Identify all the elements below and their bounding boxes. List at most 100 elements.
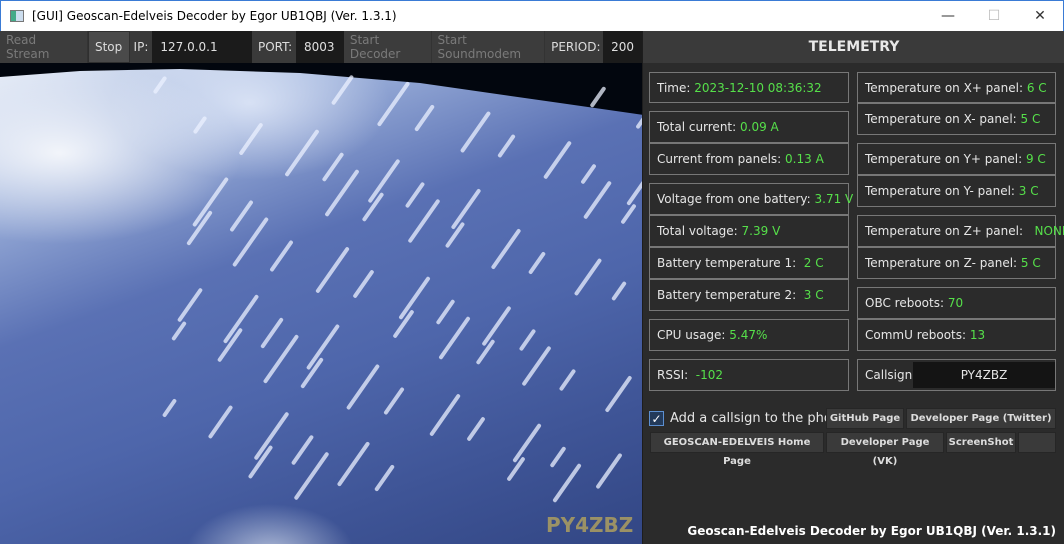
ip-input[interactable]: 127.0.0.1 [152, 31, 252, 63]
telemetry-field: Temperature on Y- panel: 3 C [857, 175, 1056, 207]
cloud-streak [229, 199, 254, 233]
telemetry-label: Total current: [657, 120, 740, 134]
stop-button[interactable]: Stop [87, 31, 130, 63]
telemetry-label: Time: [657, 80, 695, 95]
telemetry-field: Time: 2023-12-10 08:36:32 [649, 72, 849, 103]
telemetry-title: TELEMETRY [643, 31, 1064, 63]
telemetry-label: Battery temperature 2: [657, 288, 804, 302]
telemetry-label: OBC reboots: [865, 296, 948, 310]
telemetry-value: NONE [1034, 224, 1064, 238]
telemetry-value: 3 C [1018, 184, 1039, 198]
telemetry-label: Battery temperature 1: [657, 256, 804, 270]
home-page-button[interactable]: GEOSCAN-EDELVEIS Home Page [650, 432, 824, 467]
cloud-streak [321, 151, 345, 183]
cloud-streak [558, 368, 577, 392]
telemetry-label: Temperature on Y- panel: [865, 184, 1019, 198]
developer-twitter-button[interactable]: Developer Page (Twitter) [906, 408, 1056, 429]
cloud-streak [512, 423, 542, 463]
telemetry-value: 13 [969, 328, 986, 342]
telemetry-field: Temperature on Y+ panel: 9 C [857, 143, 1056, 175]
cloud-streak [481, 305, 512, 347]
cloud-streak [404, 181, 426, 209]
cloud-streak [527, 251, 547, 275]
callsign-label: Callsign: [865, 368, 917, 382]
telemetry-field: Temperature on X- panel: 5 C [857, 103, 1056, 135]
cloud-streak [324, 168, 360, 218]
github-page-button[interactable]: GitHub Page [826, 408, 904, 429]
checkbox-label: Add a callsign to the photo? [670, 411, 852, 426]
telemetry-value: 6 C [1026, 80, 1047, 95]
cloud-streak [604, 375, 633, 413]
cloud-streak [376, 81, 411, 127]
period-input[interactable]: 200 [603, 31, 642, 63]
telemetry-value: 3.71 V [814, 192, 854, 206]
telemetry-value: 9 C [1025, 152, 1046, 166]
telemetry-field: Temperature on X+ panel: 6 C [857, 72, 1056, 103]
telemetry-label: CommU reboots: [865, 328, 970, 342]
window-title: [GUI] Geoscan-Edelveis Decoder by Egor U… [32, 9, 397, 23]
telemetry-label: Current from panels: [657, 152, 786, 166]
cloud-streak [315, 246, 350, 294]
cloud-streak [521, 345, 552, 387]
close-button[interactable]: ✕ [1017, 1, 1063, 31]
telemetry-field: Temperature on Z+ panel: NONE [857, 215, 1064, 247]
telemetry-value: 5 C [1020, 256, 1041, 270]
cloud-streak [305, 323, 341, 371]
maximize-button[interactable]: ☐ [971, 1, 1017, 31]
start-soundmodem-button[interactable]: Start Soundmodem [431, 31, 546, 63]
telemetry-field: OBC reboots: 70 [857, 287, 1056, 319]
cloud-streak [438, 315, 471, 361]
blank-button[interactable] [1018, 432, 1056, 453]
footer-credit: Geoscan-Edelveis Decoder by Egor UB1QBJ … [687, 524, 1056, 538]
telemetry-label: Temperature on Z+ panel: [865, 224, 1035, 238]
cloud-streak [435, 298, 456, 326]
checkbox-checked-icon[interactable]: ✓ [649, 411, 664, 426]
telemetry-label: Voltage from one battery: [657, 192, 815, 206]
cloud-streak [238, 122, 264, 156]
toolbar: Read Stream Stop IP: 127.0.0.1 PORT: 800… [0, 31, 642, 63]
telemetry-field: CPU usage: 5.47% [649, 319, 849, 351]
cloud-streak [611, 280, 627, 302]
cloud-streak [192, 115, 208, 135]
telemetry-field: Voltage from one battery: 3.71 V [649, 183, 853, 215]
cloud-streak [626, 170, 642, 206]
cloud-streak [260, 317, 284, 349]
add-callsign-checkbox[interactable]: ✓ Add a callsign to the photo? [649, 411, 852, 426]
telemetry-field: Total voltage: 7.39 V [649, 215, 849, 247]
telemetry-label: Total voltage: [657, 224, 742, 238]
read-stream-button[interactable]: Read Stream [0, 31, 88, 63]
cloud-streak [383, 386, 405, 416]
cloud-streak [407, 198, 441, 244]
telemetry-label: Temperature on Z- panel: [865, 256, 1021, 270]
telemetry-field: Current from panels: 0.13 A [649, 143, 849, 175]
callsign-watermark: PY4ZBZ [546, 513, 634, 537]
telemetry-label: Temperature on X+ panel: [865, 80, 1027, 95]
cloud-streak [152, 75, 168, 95]
cloud-streak [518, 328, 537, 352]
telemetry-field: Total current: 0.09 A [649, 111, 849, 143]
minimize-button[interactable]: — [925, 1, 971, 31]
space-background [0, 63, 642, 123]
telemetry-field: CommU reboots: 13 [857, 319, 1056, 351]
screenshot-button[interactable]: ScreenShot [946, 432, 1016, 453]
cloud-streak [336, 441, 371, 487]
telemetry-label: CPU usage: [657, 328, 730, 342]
telemetry-value: 5.47% [729, 328, 768, 342]
telemetry-value: -102 [695, 368, 724, 382]
cloud-streak [620, 203, 637, 225]
port-input[interactable]: 8003 [296, 31, 344, 63]
cloud-streak [497, 133, 516, 159]
developer-vk-button[interactable]: Developer Page (VK) [826, 432, 944, 467]
telemetry-field: Temperature on Z- panel: 5 C [857, 247, 1056, 279]
cloud-streak [176, 287, 204, 323]
cloud-streak [542, 140, 573, 180]
cloud-streak [330, 74, 355, 106]
callsign-input[interactable]: PY4ZBZ [913, 362, 1055, 388]
telemetry-field: RSSI: -102 [649, 359, 849, 391]
cloud-streak [398, 275, 431, 321]
cloud-streak [373, 464, 396, 492]
start-decoder-button[interactable]: Start Decoder [343, 31, 432, 63]
period-label: PERIOD: [551, 40, 601, 54]
cloud-streak [580, 163, 597, 185]
cloud-streak [171, 320, 187, 342]
